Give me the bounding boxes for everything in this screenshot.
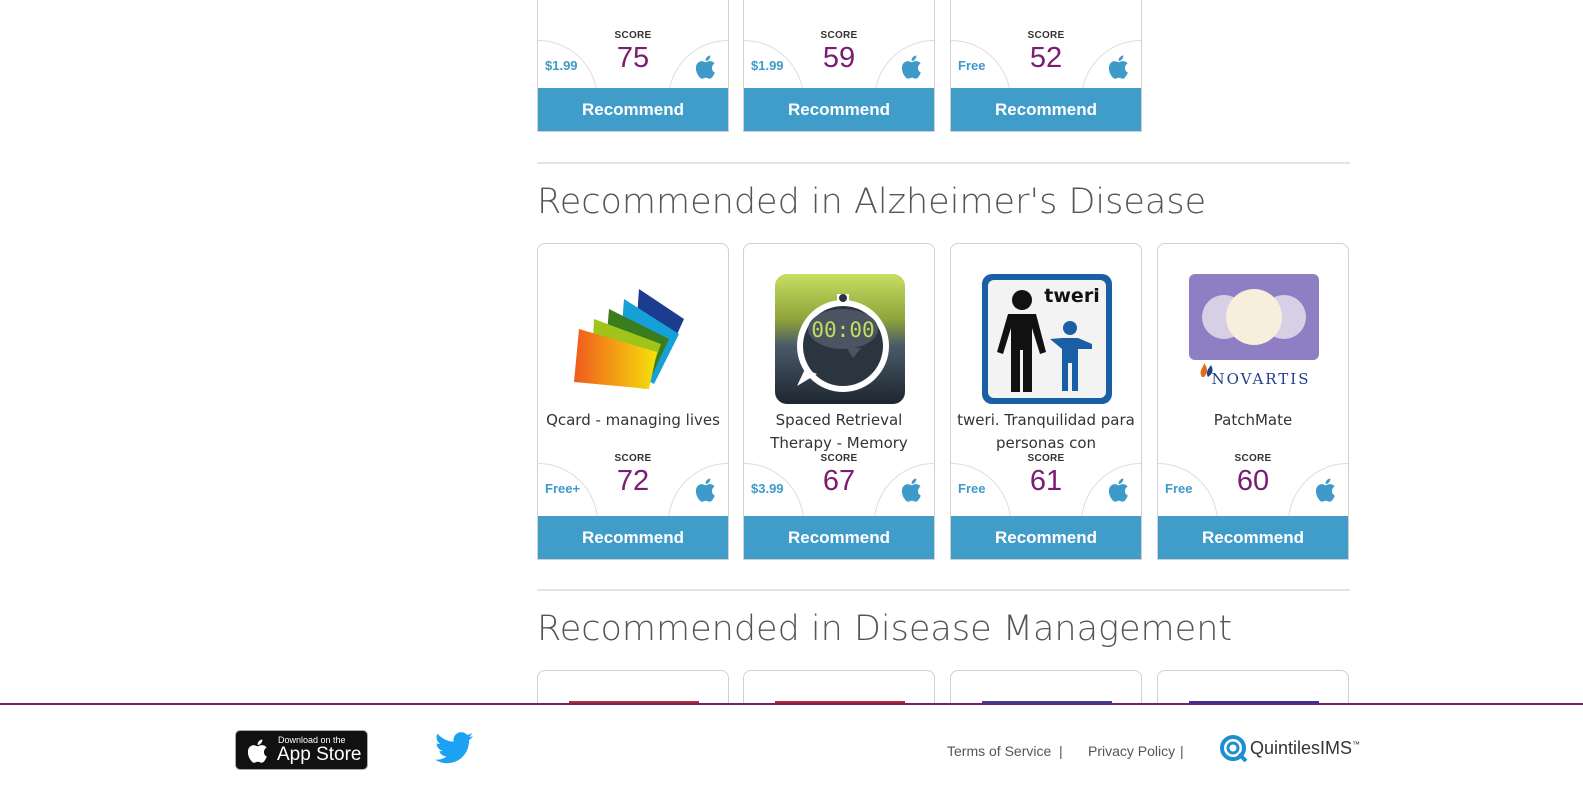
footer: Download on the App Store Terms of Servi…: [0, 703, 1583, 789]
recommend-button[interactable]: Recommend: [951, 516, 1141, 559]
app-card[interactable]: [1157, 670, 1349, 703]
tweri-icon[interactable]: tweri: [982, 274, 1112, 404]
app-card[interactable]: tweri tweri. Tranquilidad para personas …: [950, 243, 1142, 560]
appstore-big-text: App Store: [277, 744, 362, 765]
tweri-logo-text: tweri: [1044, 285, 1099, 307]
novartis-logo-text: NOVARTIS: [1211, 370, 1310, 388]
brand-name: QuintilesIMS: [1250, 738, 1353, 758]
novartis-icon[interactable]: NOVARTIS: [1189, 274, 1319, 404]
apple-icon: [695, 478, 715, 502]
score-area: SCORE 72 Free+: [538, 449, 728, 519]
apple-icon: [1108, 478, 1128, 502]
price-label: $1.99: [751, 58, 784, 73]
score-label: SCORE: [1027, 453, 1065, 464]
app-card: SCORE 52 Free Recommend: [950, 0, 1142, 132]
main-content: SCORE 75 $1.99 Recommend SCORE 59 $1.99 …: [0, 0, 1583, 789]
section-divider: [537, 589, 1350, 591]
recommend-button[interactable]: Recommend: [744, 88, 934, 131]
price-label: Free: [1165, 481, 1193, 496]
score-label: SCORE: [820, 453, 858, 464]
score-label: SCORE: [820, 30, 858, 41]
apple-icon: [901, 478, 921, 502]
stopwatch-icon[interactable]: 00:00: [775, 274, 905, 404]
privacy-link[interactable]: Privacy Policy: [1088, 743, 1175, 759]
apple-icon: [1315, 478, 1335, 502]
app-store-badge[interactable]: Download on the App Store: [235, 730, 368, 770]
app-card[interactable]: 00:00 Spaced Retrieval Therapy - Memory …: [743, 243, 935, 560]
price-label: $1.99: [545, 58, 578, 73]
score-area: SCORE 59 $1.99: [744, 26, 934, 96]
section-title: Recommended in Disease Management: [537, 609, 1233, 649]
timer-text: 00:00: [811, 318, 874, 342]
recommend-button[interactable]: Recommend: [744, 516, 934, 559]
price-label: $3.99: [751, 481, 784, 496]
qcard-icon[interactable]: [569, 274, 699, 404]
footer-separator: |: [1180, 743, 1184, 759]
price-label: Free: [958, 481, 986, 496]
price-label: Free+: [545, 481, 581, 496]
terms-link[interactable]: Terms of Service: [947, 743, 1051, 759]
score-area: SCORE 75 $1.99: [538, 26, 728, 96]
recommend-button[interactable]: Recommend: [1158, 516, 1348, 559]
score-label: SCORE: [614, 30, 652, 41]
section-divider: [537, 162, 1350, 164]
footer-separator: |: [1059, 743, 1063, 759]
score-area: SCORE 52 Free: [951, 26, 1141, 96]
app-card[interactable]: NOVARTIS PatchMate SCORE 60 Free Recomme…: [1157, 243, 1349, 560]
recommend-button[interactable]: Recommend: [538, 516, 728, 559]
apple-logo-icon: [247, 739, 267, 763]
score-area: SCORE 61 Free: [951, 449, 1141, 519]
apple-icon: [1108, 55, 1128, 79]
app-card: SCORE 59 $1.99 Recommend: [743, 0, 935, 132]
score-area: SCORE 60 Free: [1158, 449, 1348, 519]
quintiles-logo-icon[interactable]: [1219, 733, 1249, 763]
price-label: Free: [958, 58, 986, 73]
app-card[interactable]: Qcard - managing lives SCORE 72 Free+ Re…: [537, 243, 729, 560]
score-label: SCORE: [1027, 30, 1065, 41]
content-scroll-area[interactable]: SCORE 75 $1.99 Recommend SCORE 59 $1.99 …: [0, 0, 1583, 703]
score-label: SCORE: [614, 453, 652, 464]
apple-icon: [695, 55, 715, 79]
score-label: SCORE: [1234, 453, 1272, 464]
apple-icon: [901, 55, 921, 79]
recommend-button[interactable]: Recommend: [538, 88, 728, 131]
recommend-button[interactable]: Recommend: [951, 88, 1141, 131]
quintiles-brand-text[interactable]: QuintilesIMS™: [1250, 738, 1360, 759]
section-title: Recommended in Alzheimer's Disease: [537, 182, 1207, 222]
app-card: SCORE 75 $1.99 Recommend: [537, 0, 729, 132]
app-card[interactable]: [537, 670, 729, 703]
app-card[interactable]: [743, 670, 935, 703]
score-area: SCORE 67 $3.99: [744, 449, 934, 519]
brand-tm: ™: [1352, 740, 1361, 749]
app-card[interactable]: [950, 670, 1142, 703]
twitter-icon[interactable]: [435, 732, 473, 764]
